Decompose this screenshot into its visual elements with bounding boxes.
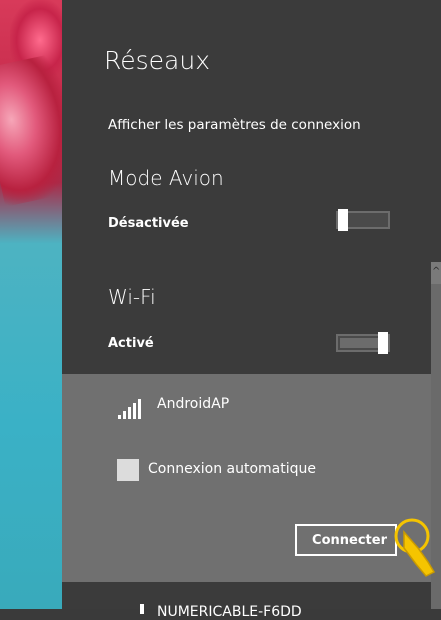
networks-charm-panel: Réseaux Afficher les paramètres de conne… — [62, 0, 441, 620]
auto-connect-label: Connexion automatique — [148, 461, 316, 477]
toggle-thumb — [378, 332, 388, 354]
airplane-mode-title: Mode Avion — [108, 166, 224, 190]
wifi-signal-icon — [118, 397, 144, 419]
toggle-thumb — [338, 209, 348, 231]
desktop-wallpaper — [0, 0, 62, 609]
airplane-mode-toggle[interactable] — [336, 209, 390, 231]
wifi-title: Wi-Fi — [108, 285, 156, 309]
network-name: NUMERICABLE-F6DD — [157, 604, 302, 620]
wifi-signal-icon — [140, 604, 144, 614]
network-name: AndroidAP — [157, 396, 230, 412]
wifi-state: Activé — [108, 336, 154, 351]
connect-button[interactable]: Connecter — [295, 524, 397, 556]
connection-settings-link[interactable]: Afficher les paramètres de connexion — [108, 117, 361, 133]
touch-cursor-icon — [394, 518, 436, 577]
network-item-numericable[interactable]: NUMERICABLE-F6DD — [62, 582, 431, 620]
chevron-up-icon[interactable]: ^ — [431, 262, 441, 284]
wifi-toggle[interactable] — [336, 332, 390, 354]
auto-connect-checkbox[interactable] — [117, 459, 139, 481]
network-item-androidap[interactable]: AndroidAP Connexion automatique Connecte… — [62, 374, 431, 582]
wallpaper-flower-petal — [0, 53, 62, 207]
airplane-mode-state: Désactivée — [108, 216, 189, 231]
toggle-fill — [340, 338, 378, 348]
panel-title: Réseaux — [104, 46, 210, 75]
